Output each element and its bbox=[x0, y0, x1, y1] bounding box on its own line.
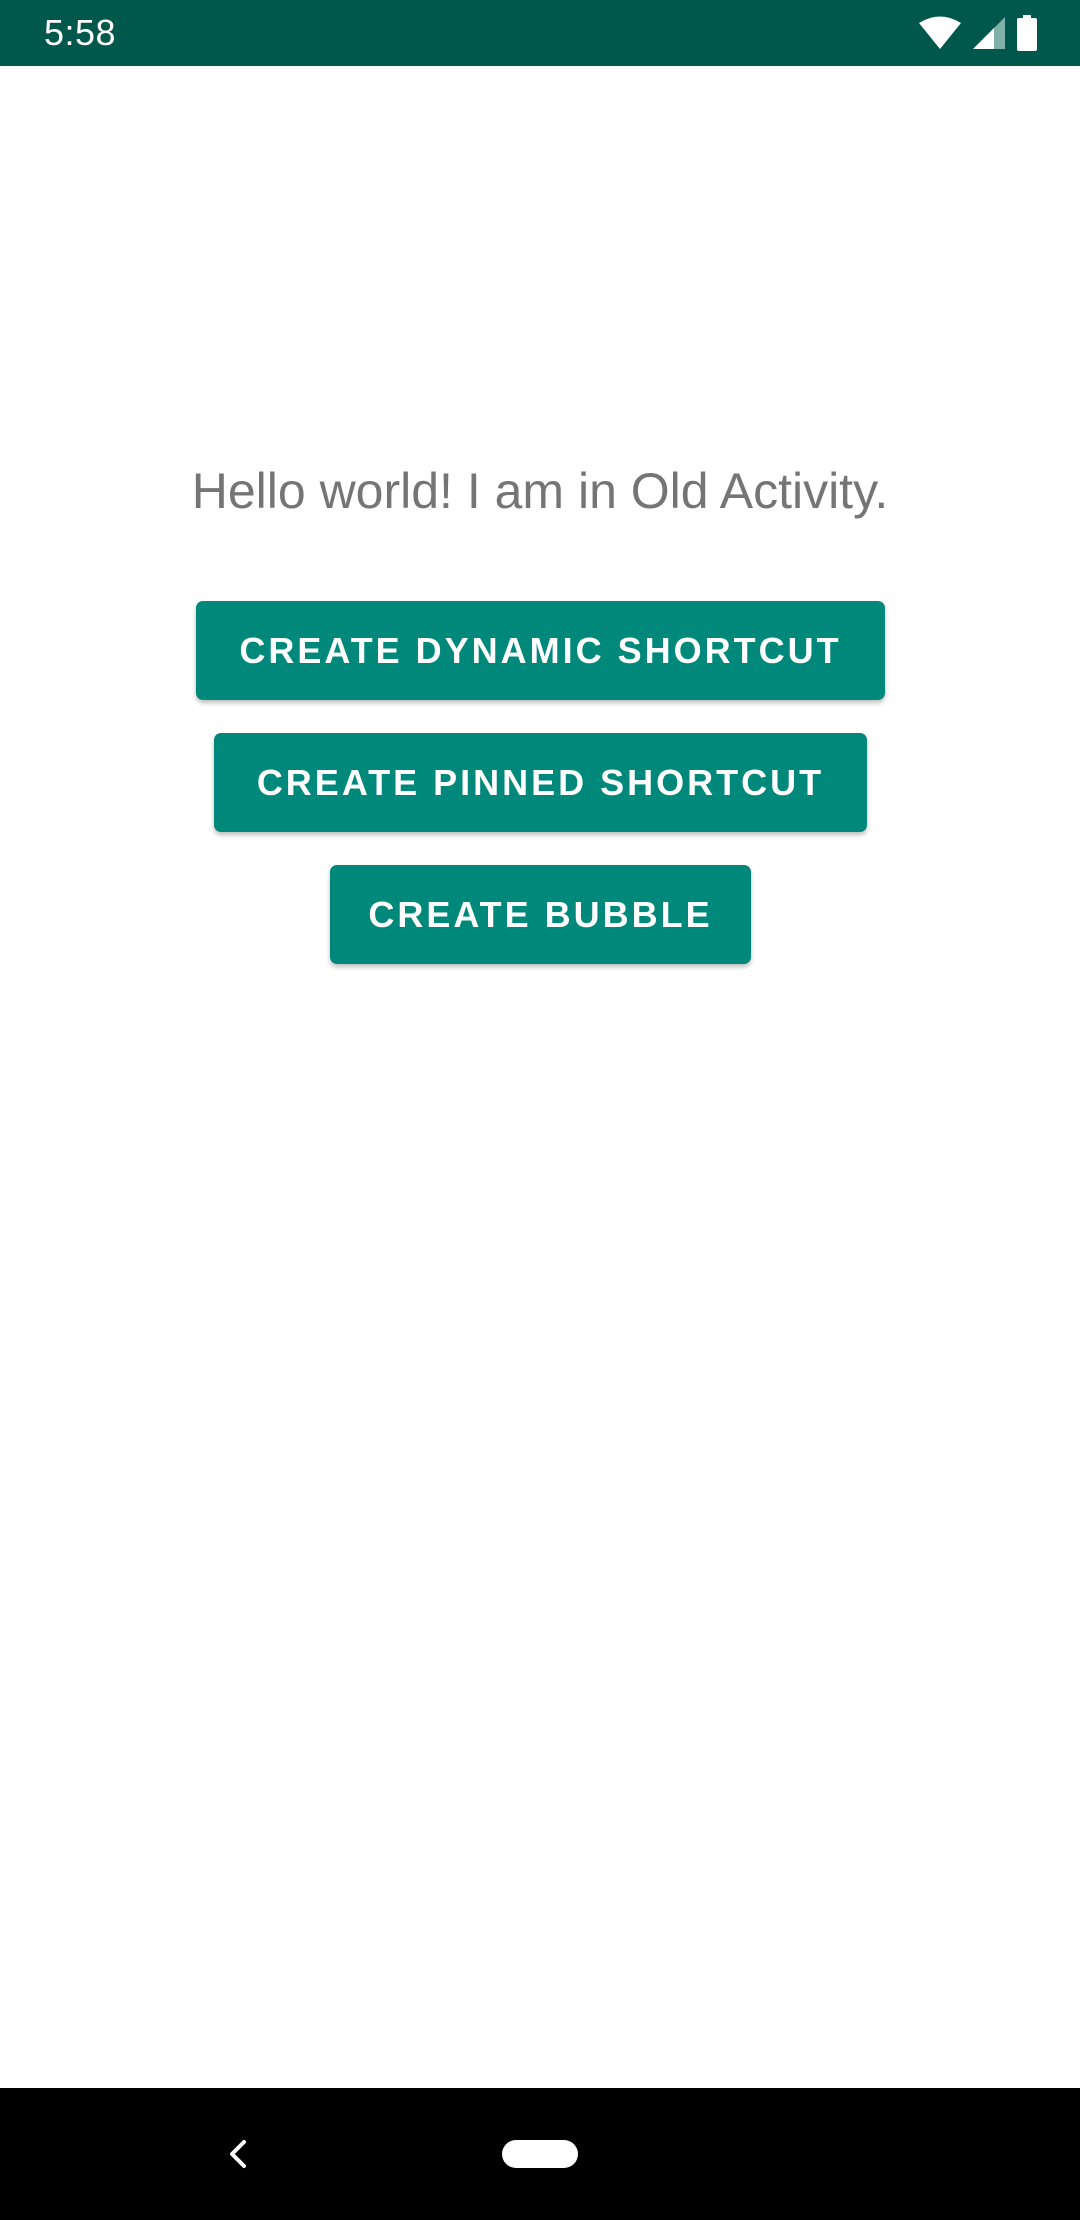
status-time: 5:58 bbox=[44, 12, 117, 53]
screen: 5:58 Hello world! I am in Old Activity. … bbox=[0, 0, 1080, 2220]
navigation-bar bbox=[0, 2088, 1080, 2220]
wifi-icon bbox=[918, 16, 962, 50]
hello-message: Hello world! I am in Old Activity. bbox=[191, 463, 889, 519]
cellular-signal-icon bbox=[972, 16, 1006, 50]
main-content: Hello world! I am in Old Activity. CREAT… bbox=[0, 66, 1080, 2088]
battery-icon bbox=[1016, 15, 1038, 51]
home-pill-icon[interactable] bbox=[502, 2140, 578, 2168]
create-pinned-shortcut-button[interactable]: CREATE PINNED SHORTCUT bbox=[214, 733, 867, 832]
status-icons bbox=[918, 14, 1038, 52]
create-dynamic-shortcut-button[interactable]: CREATE DYNAMIC SHORTCUT bbox=[196, 601, 885, 700]
status-bar: 5:58 bbox=[0, 0, 1080, 66]
create-bubble-button[interactable]: CREATE BUBBLE bbox=[330, 865, 751, 964]
back-icon[interactable] bbox=[216, 2132, 260, 2176]
